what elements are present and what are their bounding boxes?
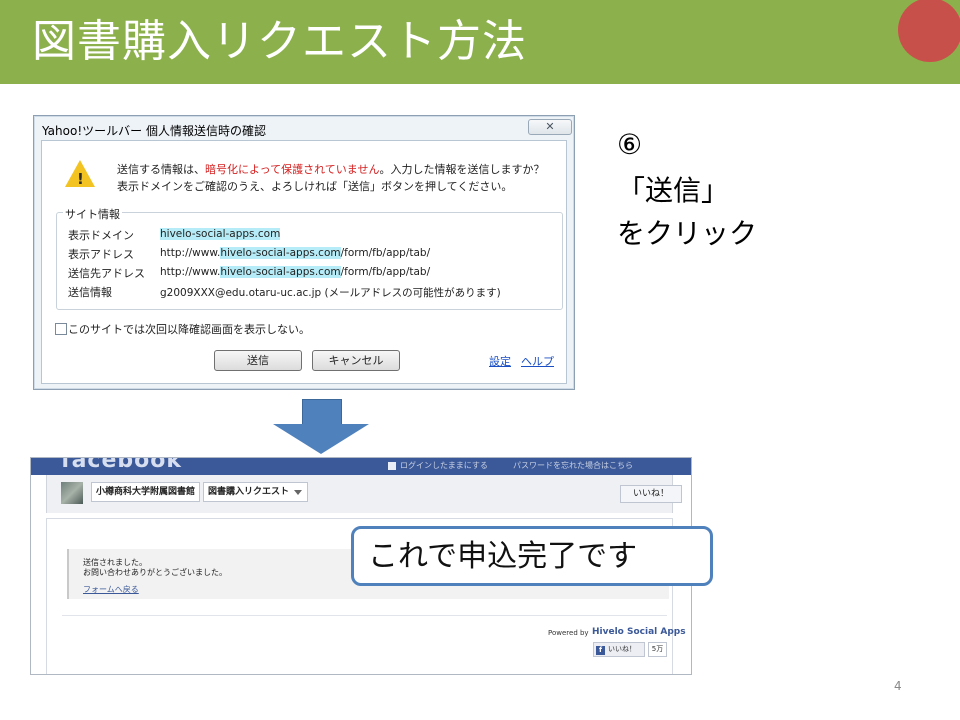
- domain-highlight: hivelo-social-apps.com: [160, 228, 281, 240]
- dialog-title: Yahoo!ツールバー 個人情報送信時の確認: [42, 124, 266, 138]
- hivelo-brand-link[interactable]: Hivelo Social Apps: [592, 627, 686, 637]
- facebook-page-header: 小樽商科大学附属図書館 図書購入リクエスト いいね！: [46, 475, 682, 513]
- chevron-down-icon: [294, 490, 303, 495]
- step-number: ⑥: [617, 128, 643, 161]
- close-button[interactable]: ✕: [528, 119, 572, 135]
- help-link[interactable]: ヘルプ: [521, 353, 554, 369]
- send-button[interactable]: 送信: [214, 350, 302, 371]
- dont-show-checkbox[interactable]: [55, 323, 67, 335]
- divider: [62, 615, 667, 616]
- like-count: 5万: [648, 642, 667, 657]
- destination-suffix: /form/fb/app/tab/: [340, 266, 431, 278]
- instruction-line1: 「送信」: [617, 174, 730, 207]
- domain-label: 表示ドメイン: [68, 229, 134, 242]
- page-thumbnail: [61, 482, 83, 504]
- keep-logged-in-label: ログインしたままにする: [400, 461, 488, 470]
- address-value: http://www.hivelo-social-apps.com/form/f…: [160, 247, 430, 259]
- dont-show-label: このサイトでは次回以降確認画面を表示しない。: [68, 323, 310, 336]
- cancel-button[interactable]: キャンセル: [312, 350, 400, 371]
- sent-info-label: 送信情報: [68, 286, 112, 299]
- breadcrumb-library[interactable]: 小樽商科大学附属図書館: [91, 482, 201, 502]
- like-page-button[interactable]: いいね！: [620, 485, 682, 503]
- warning-suffix: 。入力した情報を送信しますか？: [379, 163, 545, 176]
- callout-text: これで申込完了です: [368, 539, 638, 574]
- like-button[interactable]: f いいね！: [593, 642, 645, 657]
- destination-prefix: http://www.: [160, 266, 221, 278]
- facebook-f-icon: f: [596, 646, 605, 655]
- dialog-body: ! 送信する情報は、暗号化によって保護されていません。入力した情報を送信しますか…: [41, 140, 567, 384]
- thanks-text: お問い合わせありがとうございました。: [83, 568, 227, 577]
- back-to-form-link[interactable]: フォームへ戻る: [83, 584, 139, 595]
- completion-callout: これで申込完了です: [351, 526, 713, 586]
- address-suffix: /form/fb/app/tab/: [340, 247, 431, 259]
- facebook-top-bar: facebook ログインしたままにする パスワードを忘れた場合はこちら: [31, 458, 691, 475]
- page-number: 4: [894, 679, 902, 693]
- address-label: 表示アドレス: [68, 248, 134, 261]
- instruction-line2: をクリック: [617, 217, 758, 250]
- warning-red-text: 暗号化によって保護されていません: [205, 163, 380, 176]
- domain-value: hivelo-social-apps.com: [160, 228, 281, 240]
- breadcrumb-request-label: 図書購入リクエスト: [208, 487, 290, 497]
- forgot-password-link[interactable]: パスワードを忘れた場合はこちら: [513, 460, 633, 471]
- breadcrumb-request-dropdown[interactable]: 図書購入リクエスト: [203, 482, 309, 502]
- warning-text-line1: 送信する情報は、暗号化によって保護されていません。入力した情報を送信しますか？: [117, 161, 544, 177]
- destination-label: 送信先アドレス: [68, 267, 145, 280]
- like-button-label: いいね！: [608, 645, 636, 653]
- powered-by-label: Powered by: [548, 629, 589, 637]
- keep-logged-in-checkbox[interactable]: [388, 462, 396, 470]
- title-bar: 図書購入リクエスト方法: [0, 0, 960, 84]
- site-info-legend: サイト情報: [63, 206, 122, 222]
- warning-icon-mark: !: [77, 170, 84, 188]
- down-arrow-icon: [273, 424, 369, 454]
- settings-link[interactable]: 設定: [489, 353, 511, 369]
- sent-info-value: g2009XXX@edu.otaru-uc.ac.jp (メールアドレスの可能性…: [160, 287, 501, 299]
- down-arrow-shaft: [302, 399, 342, 425]
- warning-text-line2: 表示ドメインをご確認のうえ、よろしければ「送信」ボタンを押してください。: [117, 180, 513, 193]
- address-highlight: hivelo-social-apps.com: [220, 247, 341, 259]
- warning-prefix: 送信する情報は、: [117, 163, 205, 176]
- destination-highlight: hivelo-social-apps.com: [220, 266, 341, 278]
- decorative-circle: [898, 0, 960, 62]
- facebook-logo: facebook: [61, 457, 182, 473]
- slide-title: 図書購入リクエスト方法: [32, 16, 527, 67]
- address-prefix: http://www.: [160, 247, 221, 259]
- destination-value: http://www.hivelo-social-apps.com/form/f…: [160, 266, 430, 278]
- confirmation-dialog: Yahoo!ツールバー 個人情報送信時の確認 ✕ ! 送信する情報は、暗号化によ…: [33, 115, 575, 390]
